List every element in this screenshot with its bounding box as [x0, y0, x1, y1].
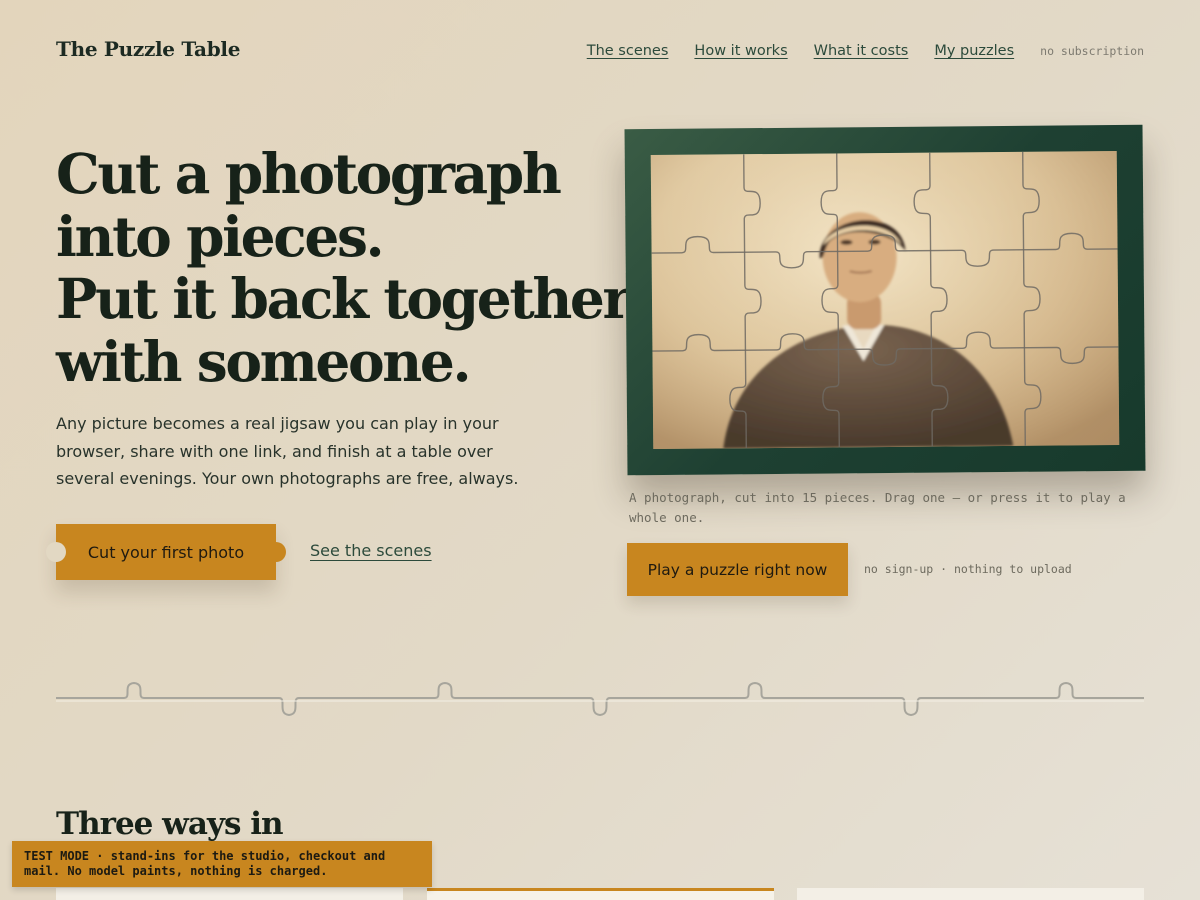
subscription-note: no subscription [1040, 44, 1144, 58]
puzzle-caption: A photograph, cut into 15 pieces. Drag o… [629, 490, 1126, 525]
option-card[interactable] [56, 888, 403, 900]
hero-title-line: Put it back together [56, 266, 631, 331]
option-card[interactable] [797, 888, 1144, 900]
see-scenes-link[interactable]: See the scenes [310, 541, 432, 560]
play-puzzle-button[interactable]: Play a puzzle right now [627, 543, 848, 596]
cut-first-photo-button[interactable]: Cut your first photo [46, 524, 286, 580]
hero-description: Any picture becomes a real jigsaw you ca… [56, 414, 519, 488]
hero-title-line: into pieces. [56, 203, 385, 269]
hero-title-line: with someone. [56, 328, 472, 394]
hero-title: Cut a photograph into pieces. Put it bac… [56, 141, 631, 394]
nav-link-how-it-works[interactable]: How it works [694, 43, 787, 59]
brand-logo[interactable]: The Puzzle Table [56, 37, 240, 61]
nav-link-scenes[interactable]: The scenes [587, 43, 669, 59]
puzzle-frame [624, 124, 1146, 476]
puzzle-edge-divider [56, 681, 1144, 717]
puzzle-board[interactable] [650, 150, 1120, 450]
option-card-featured[interactable] [427, 888, 774, 900]
test-mode-banner: TEST MODE · stand-ins for the studio, ch… [12, 841, 432, 887]
puzzle-knob-decoration [46, 542, 66, 562]
puzzle-photo [650, 150, 1120, 450]
hero-title-line: Cut a photograph [56, 141, 562, 206]
nav-link-pricing[interactable]: What it costs [814, 43, 909, 59]
nav-link-my-puzzles[interactable]: My puzzles [934, 43, 1014, 59]
main-nav: The scenes How it works What it costs My… [587, 43, 1144, 59]
cut-first-photo-label: Cut your first photo [87, 542, 245, 562]
puzzle-knob-decoration [266, 542, 286, 562]
play-note: no sign-up · nothing to upload [864, 562, 1072, 576]
section-title: Three ways in [56, 806, 284, 842]
